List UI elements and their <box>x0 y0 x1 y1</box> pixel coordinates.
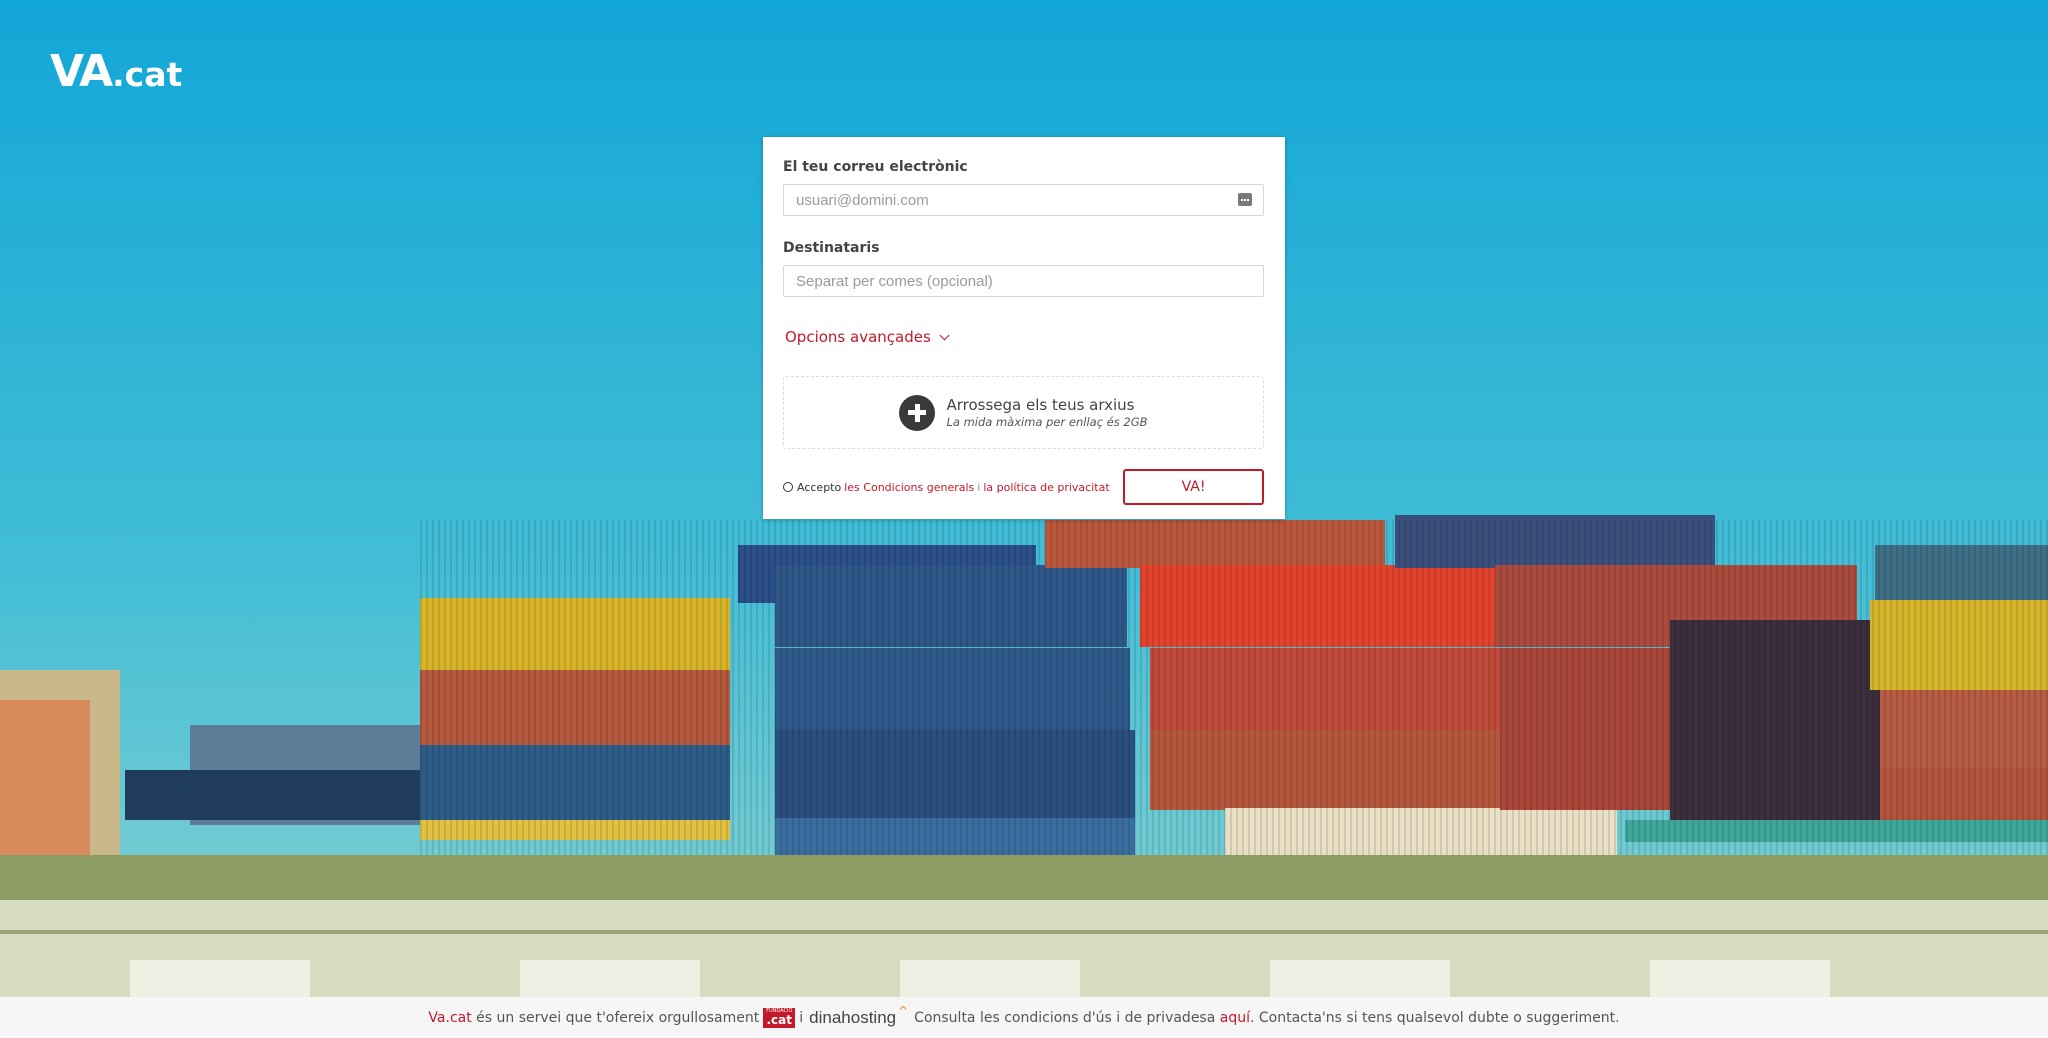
footer-brand-link[interactable]: Va.cat <box>428 1010 471 1026</box>
email-field-wrapper <box>783 184 1264 216</box>
recipients-group: Destinataris <box>783 239 1264 297</box>
footer-text-2: i <box>799 1009 804 1026</box>
email-field[interactable] <box>784 185 1263 215</box>
recipients-field-wrapper <box>783 265 1264 297</box>
dinahosting-logo[interactable]: dinahosting <box>809 1008 896 1028</box>
form-bottom-row: Accepto les Condicions generals i la pol… <box>783 469 1264 505</box>
footer-here-link[interactable]: aquí <box>1220 1010 1250 1026</box>
footer-text-3: Consulta les condicions d'ús i de privad… <box>914 1009 1216 1026</box>
footer-text-4: . Contacta'ns si tens qualsevol dubte o … <box>1250 1009 1620 1026</box>
keyboard-icon[interactable] <box>1238 193 1252 206</box>
footer: Va.cat és un servei que t'ofereix orgull… <box>0 997 2048 1038</box>
dinahosting-caret-icon: ^ <box>898 1003 909 1018</box>
advanced-options-toggle[interactable]: Opcions avançades <box>785 328 950 346</box>
recipients-label: Destinataris <box>783 240 880 256</box>
accept-terms: Accepto les Condicions generals i la pol… <box>783 481 1113 494</box>
fundacio-cat-big: .cat <box>766 1013 792 1027</box>
privacy-link[interactable]: la política de privacitat <box>983 481 1109 494</box>
logo-main-text: VA <box>50 46 113 97</box>
file-dropzone[interactable]: Arrossega els teus arxius La mida màxima… <box>783 376 1264 449</box>
upload-form-card: El teu correu electrònic Destinataris Op… <box>763 137 1285 519</box>
footer-text-1: és un servei que t'ofereix orgullosament <box>476 1009 760 1026</box>
submit-button[interactable]: VA! <box>1123 469 1264 505</box>
dropzone-title: Arrossega els teus arxius <box>946 395 1135 414</box>
email-label: El teu correu electrònic <box>783 159 968 175</box>
plus-circle-icon[interactable] <box>899 394 936 431</box>
dropzone-subtitle: La mida màxima per enllaç és 2GB <box>946 414 1148 429</box>
chevron-down-icon <box>939 330 950 340</box>
terms-separator: i <box>977 480 981 494</box>
fundacio-cat-logo[interactable]: FUNDACIÓ .cat <box>763 1007 796 1028</box>
dropzone-text: Arrossega els teus arxius La mida màxima… <box>946 396 1147 430</box>
logo-suffix-text: .cat <box>112 55 183 94</box>
accept-prefix: Accepto <box>797 480 842 494</box>
recipients-field[interactable] <box>784 266 1263 296</box>
terms-link[interactable]: les Condicions generals <box>844 481 974 494</box>
advanced-options-label: Opcions avançades <box>785 328 931 346</box>
site-logo[interactable]: VA .cat <box>50 46 182 97</box>
accept-terms-radio[interactable] <box>783 482 793 492</box>
